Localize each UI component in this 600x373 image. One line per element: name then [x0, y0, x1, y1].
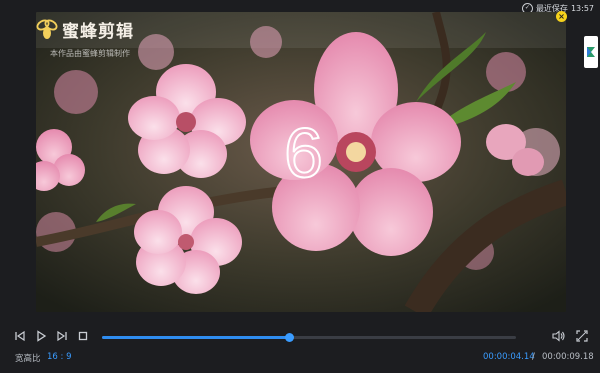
fullscreen-button[interactable]	[575, 329, 589, 343]
close-preview-icon[interactable]: ×	[556, 11, 567, 22]
prev-frame-button[interactable]	[13, 329, 27, 343]
bee-logo-icon	[36, 19, 58, 39]
current-time: 00:00:04.14	[483, 352, 535, 362]
brand-name: 蜜蜂剪辑	[62, 21, 134, 42]
volume-icon	[552, 330, 565, 342]
stop-button[interactable]	[76, 329, 90, 343]
aspect-ratio-label: 宽高比	[15, 354, 41, 364]
player-info-row: 宽高比 16 : 9 00:00:04.14 / 00:00:09.18	[0, 350, 600, 364]
side-app-icon[interactable]	[584, 36, 598, 68]
play-button[interactable]	[34, 329, 48, 343]
brand-subtitle: 本作品由蜜蜂剪辑制作	[50, 49, 130, 58]
timeline-progress	[102, 336, 290, 339]
save-time: 13:57	[570, 3, 594, 13]
countdown-number: 6	[283, 114, 324, 192]
aspect-ratio-selector[interactable]: 16 : 9	[47, 352, 72, 362]
stop-icon	[78, 331, 88, 341]
volume-button[interactable]	[552, 329, 566, 343]
next-frame-button[interactable]	[55, 329, 69, 343]
brand-watermark: 蜜蜂剪辑	[36, 16, 134, 42]
next-frame-icon	[57, 330, 67, 342]
timeline-track[interactable]	[102, 333, 516, 342]
fullscreen-icon	[576, 330, 588, 342]
time-separator: /	[532, 352, 535, 362]
play-icon	[37, 330, 47, 342]
prev-frame-icon	[15, 330, 25, 342]
total-time: 00:00:09.18	[542, 352, 594, 362]
app-logo-icon	[587, 47, 595, 57]
